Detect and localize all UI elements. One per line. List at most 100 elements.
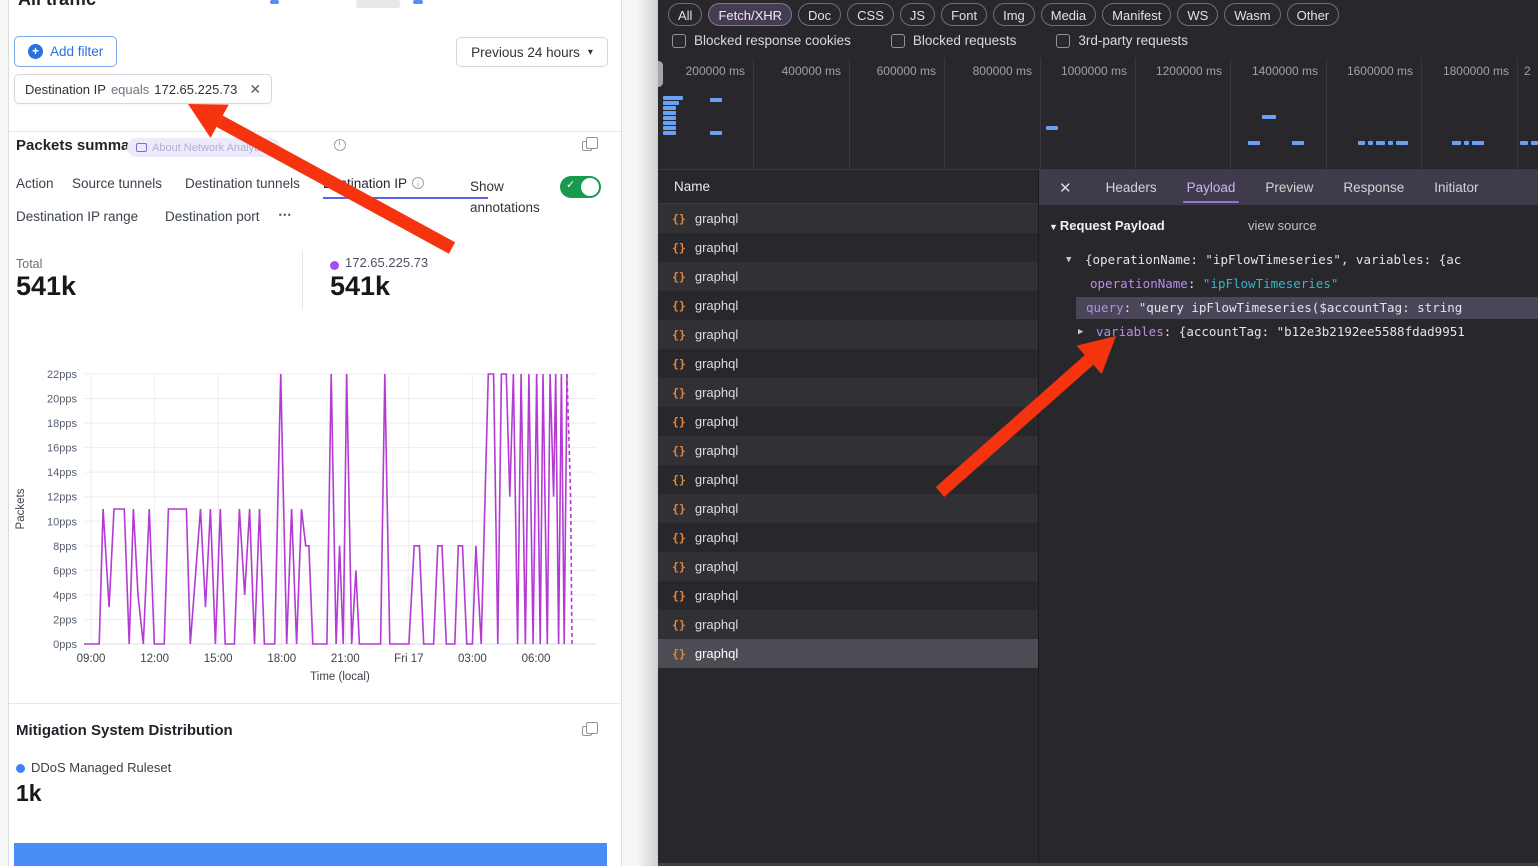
checkbox-icon[interactable] — [672, 34, 686, 48]
expander-down-icon[interactable]: ▼ — [1066, 248, 1071, 272]
checkbox-3rd-party-requests[interactable]: 3rd-party requests — [1056, 33, 1188, 48]
request-list: {} graphql {} graphql {} graphql {} graphql {} gr… — [658, 204, 1038, 668]
request-payload-header[interactable]: ▼Request Payload — [1049, 218, 1165, 233]
total-label: Total — [16, 257, 42, 271]
request-row[interactable]: {}graphql — [658, 639, 1038, 668]
payload-line[interactable]: operationName: "ipFlowTimeseries" — [1039, 272, 1538, 296]
time-range-dropdown[interactable]: Previous 24 hours ▾ — [456, 37, 608, 67]
screenshot-stage: All traffic + Add filter Previous 24 hou… — [0, 0, 1538, 866]
detail-tab-response[interactable]: Response — [1343, 170, 1404, 205]
request-row[interactable]: {}graphql — [658, 465, 1038, 494]
history-clock-icon[interactable] — [334, 139, 346, 151]
detail-tab-preview[interactable]: Preview — [1265, 170, 1313, 205]
filter-pill-img[interactable]: Img — [993, 3, 1035, 26]
request-row[interactable]: {}graphql — [658, 320, 1038, 349]
checkbox-label: Blocked response cookies — [694, 33, 851, 48]
show-annotations-toggle[interactable]: ✓ — [560, 176, 601, 198]
filter-pill-font[interactable]: Font — [941, 3, 987, 26]
tab-source-tunnels[interactable]: Source tunnels — [72, 176, 162, 191]
expander-right-icon[interactable]: ▶ — [1078, 320, 1083, 344]
request-name: graphql — [695, 559, 738, 574]
filter-pill-css[interactable]: CSS — [847, 3, 894, 26]
svg-text:09:00: 09:00 — [77, 653, 106, 665]
tab-destination-ip[interactable]: Destination IPi — [323, 176, 424, 191]
filter-pill-other[interactable]: Other — [1287, 3, 1340, 26]
request-row[interactable]: {}graphql — [658, 291, 1038, 320]
filter-value: 172.65.225.73 — [154, 82, 237, 97]
payload-line[interactable]: query: "query ipFlowTimeseries($accountT… — [1039, 296, 1538, 320]
filter-pill-fetch-xhr[interactable]: Fetch/XHR — [708, 3, 792, 26]
name-column-header[interactable]: Name — [658, 170, 1038, 204]
time-range-value: Previous 24 hours — [471, 45, 580, 60]
about-network-analytics-badge[interactable]: About Network Analytics — [127, 138, 280, 157]
filter-pill-wasm[interactable]: Wasm — [1224, 3, 1280, 26]
payload-line[interactable]: ▶variables: {accountTag: "b12e3b2192ee55… — [1039, 320, 1538, 344]
clipped-ui-fragment — [356, 0, 400, 8]
filter-pill-all[interactable]: All — [668, 3, 702, 26]
request-row[interactable]: {}graphql — [658, 581, 1038, 610]
detail-tab-headers[interactable]: Headers — [1106, 170, 1157, 205]
request-name: graphql — [695, 298, 738, 313]
filter-pill-doc[interactable]: Doc — [798, 3, 841, 26]
request-row[interactable]: {}graphql — [658, 262, 1038, 291]
filter-pill-manifest[interactable]: Manifest — [1102, 3, 1171, 26]
json-braces-icon: {} — [672, 241, 686, 255]
request-name: graphql — [695, 269, 738, 284]
svg-text:10pps: 10pps — [47, 516, 77, 528]
request-row[interactable]: {}graphql — [658, 610, 1038, 639]
request-row[interactable]: {}graphql — [658, 494, 1038, 523]
payload-line[interactable]: ▼ {operationName: "ipFlowTimeseries", var… — [1039, 248, 1538, 272]
request-timing-bar — [663, 126, 676, 130]
filter-operator: equals — [111, 82, 149, 97]
svg-text:8pps: 8pps — [53, 541, 77, 553]
filter-pill-js[interactable]: JS — [900, 3, 935, 26]
request-row[interactable]: {}graphql — [658, 233, 1038, 262]
checkbox-blocked-requests[interactable]: Blocked requests — [891, 33, 1017, 48]
tab-destination-tunnels[interactable]: Destination tunnels — [185, 176, 300, 191]
filter-pill-ws[interactable]: WS — [1177, 3, 1218, 26]
filter-pill-media[interactable]: Media — [1041, 3, 1096, 26]
series-value: 541k — [330, 271, 390, 302]
network-overview-timeline[interactable]: 200000 ms400000 ms600000 ms800000 ms1000… — [658, 58, 1538, 170]
tab-more[interactable]: ⋯ — [278, 207, 292, 223]
checkbox-blocked-response-cookies[interactable]: Blocked response cookies — [672, 33, 851, 48]
tab-action[interactable]: Action — [16, 176, 54, 191]
request-row[interactable]: {}graphql — [658, 349, 1038, 378]
svg-text:4pps: 4pps — [53, 590, 77, 602]
timeline-tick-label: 1000000 ms — [1043, 64, 1127, 78]
json-braces-icon: {} — [672, 647, 686, 661]
close-panel-icon[interactable]: ✕ — [1059, 179, 1072, 197]
request-name: graphql — [695, 617, 738, 632]
payload-line-text: {operationName: "ipFlowTimeseries", vari… — [1085, 248, 1461, 272]
checkbox-icon[interactable] — [1056, 34, 1070, 48]
request-row[interactable]: {} graphql — [658, 552, 1038, 581]
request-row[interactable]: {}graphql — [658, 204, 1038, 233]
json-braces-icon: {} — [672, 589, 686, 603]
json-braces-icon: {} — [672, 560, 686, 574]
tab-destination-ip-range[interactable]: Destination IP range — [16, 209, 138, 224]
tab-destination-port[interactable]: Destination port — [165, 209, 260, 224]
remove-filter-icon[interactable]: ✕ — [249, 81, 261, 98]
copy-panel-icon[interactable] — [582, 726, 592, 736]
request-name: graphql — [695, 472, 738, 487]
detail-tab-initiator[interactable]: Initiator — [1434, 170, 1478, 205]
copy-panel-icon[interactable] — [582, 141, 592, 151]
view-source-link[interactable]: view source — [1248, 218, 1317, 233]
request-timing-bar — [663, 116, 676, 120]
detail-tab-payload[interactable]: Payload — [1187, 170, 1236, 205]
json-braces-icon: {} — [672, 502, 686, 516]
json-braces-icon: {} — [672, 386, 686, 400]
filter-chip[interactable]: Destination IP equals 172.65.225.73 ✕ — [14, 74, 272, 104]
payload-line-text: query: "query ipFlowTimeseries($accountT… — [1086, 296, 1462, 320]
analytics-panel: All traffic + Add filter Previous 24 hou… — [0, 0, 658, 866]
mitigation-legend: DDoS Managed Ruleset — [31, 760, 171, 775]
request-row[interactable]: {}graphql — [658, 523, 1038, 552]
svg-text:Time (local): Time (local) — [310, 671, 370, 683]
add-filter-button[interactable]: + Add filter — [14, 36, 117, 67]
request-row[interactable]: {}graphql — [658, 378, 1038, 407]
request-timing-bar — [1376, 141, 1385, 145]
request-row[interactable]: {}graphql — [658, 407, 1038, 436]
request-row[interactable]: {}graphql — [658, 436, 1038, 465]
checkbox-icon[interactable] — [891, 34, 905, 48]
page-title: All traffic — [18, 0, 96, 10]
